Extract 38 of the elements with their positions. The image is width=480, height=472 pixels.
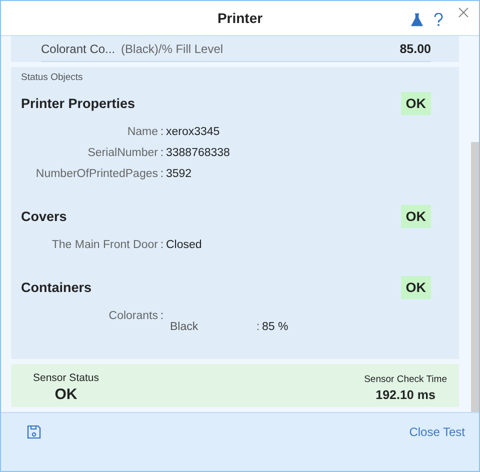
save-icon[interactable] [27,425,41,439]
status-badge: OK [400,276,431,299]
status-badge: OK [400,92,431,115]
status-badge: OK [400,205,431,228]
field-colon: : [255,321,261,333]
group-title: Containers [21,280,92,295]
field-colon: : [159,168,165,180]
field-colon: : [159,146,165,158]
flask-icon[interactable] [411,13,423,27]
field-label: NumberOfPrintedPages [34,168,158,180]
field-value: Closed [166,238,202,250]
group-title: Covers [21,209,67,224]
close-icon[interactable] [458,7,469,18]
check-time-value: 192.10 ms [376,388,436,402]
property-label: Colorant Co... [41,42,116,56]
window-title: Printer [217,10,263,26]
sensor-status-label: Sensor Status [33,372,99,384]
field-label: SerialNumber [86,146,158,158]
close-test-link[interactable]: Close Test [409,425,465,439]
check-time-label: Sensor Check Time [364,374,447,385]
field-value: 85 % [262,321,288,333]
field-colon: : [159,310,165,322]
sensor-status-value: OK [54,386,78,403]
field-label: The Main Front Door [50,238,158,250]
field-colon: : [159,126,165,138]
group-title: Printer Properties [21,96,136,111]
field-value: xerox3345 [166,126,220,138]
scrollbar-thumb[interactable] [471,142,479,412]
field-value: 3388768338 [166,146,230,158]
field-label: Black [170,321,200,333]
field-colon: : [159,238,165,250]
section-heading: Status Objects [21,72,84,83]
help-icon[interactable] [433,13,444,27]
property-value: 85.00 [400,42,431,56]
field-label: Colorants [108,310,158,322]
field-value: 3592 [166,168,192,180]
field-label: Name [126,126,158,138]
property-detail: (Black)/% Fill Level [121,42,224,56]
